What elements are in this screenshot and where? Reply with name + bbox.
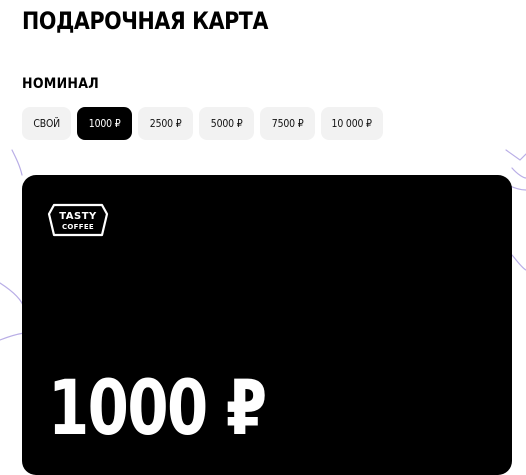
- decor-line-left-2: [0, 332, 25, 341]
- denomination-label: НОМИНАЛ: [22, 76, 99, 92]
- denomination-option-7500[interactable]: 7500 ₽: [260, 107, 315, 140]
- decor-line-right-2: [511, 254, 526, 271]
- svg-text:TASTY: TASTY: [59, 211, 97, 222]
- decor-line-left: [0, 282, 25, 309]
- svg-text:COFFEE: COFFEE: [62, 223, 94, 231]
- denomination-option-1000[interactable]: 1000 ₽: [77, 107, 132, 140]
- gift-card-preview: TASTY COFFEE 1000 ₽: [22, 175, 512, 475]
- gift-card-amount: 1000 ₽: [48, 363, 267, 452]
- tasty-coffee-logo: TASTY COFFEE: [47, 203, 109, 237]
- page-title: ПОДАРОЧНАЯ КАРТА: [22, 7, 269, 35]
- denomination-selector: СВОЙ 1000 ₽ 2500 ₽ 5000 ₽ 7500 ₽ 10 000 …: [22, 107, 383, 140]
- denomination-option-5000[interactable]: 5000 ₽: [199, 107, 254, 140]
- denomination-option-2500[interactable]: 2500 ₽: [138, 107, 193, 140]
- decor-line-top-left: [11, 149, 23, 176]
- denomination-option-10000[interactable]: 10 000 ₽: [321, 107, 383, 140]
- denomination-option-custom[interactable]: СВОЙ: [22, 107, 71, 140]
